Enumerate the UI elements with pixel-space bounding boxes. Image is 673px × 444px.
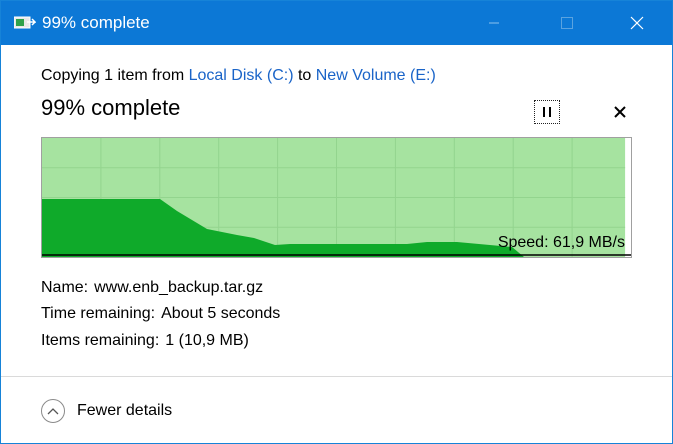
title-bar[interactable]: 99% complete: [1, 1, 672, 45]
copy-description: Copying 1 item from Local Disk (C:) to N…: [41, 67, 436, 85]
cancel-icon: [614, 106, 626, 118]
source-link[interactable]: Local Disk (C:): [189, 67, 294, 84]
minimize-button[interactable]: [471, 1, 517, 45]
speed-label: Speed: 61,9 MB/s: [497, 234, 625, 251]
divider: [1, 376, 672, 377]
detail-items-remaining: Items remaining: 1 (10,9 MB): [41, 332, 249, 350]
items-remaining-label: Items remaining:: [41, 332, 160, 349]
fewer-details-label: Fewer details: [77, 402, 173, 419]
window-title: 99% complete: [42, 13, 150, 32]
destination-link[interactable]: New Volume (E:): [316, 67, 436, 84]
chevron-up-icon: [41, 399, 65, 423]
file-copy-icon: [13, 16, 37, 32]
cancel-button[interactable]: [608, 100, 632, 124]
copy-progress-window: 99% complete Copying 1 item from Local D…: [0, 0, 673, 444]
maximize-icon: [561, 17, 573, 29]
close-icon: [630, 16, 644, 30]
copy-middle-text: to: [293, 67, 316, 84]
progress-title: 99% complete: [41, 95, 181, 120]
pause-icon: [543, 107, 551, 117]
time-remaining-label: Time remaining:: [41, 305, 156, 322]
name-label: Name:: [41, 279, 89, 296]
detail-time-remaining: Time remaining: About 5 seconds: [41, 305, 280, 323]
transfer-speed-graph: Speed: 61,9 MB/s: [41, 137, 632, 258]
close-button[interactable]: [614, 1, 660, 45]
copy-prefix-text: Copying 1 item from: [41, 67, 189, 84]
time-remaining-value: About 5 seconds: [161, 305, 281, 322]
items-remaining-value: 1 (10,9 MB): [165, 332, 249, 349]
fewer-details-toggle[interactable]: Fewer details: [41, 397, 172, 425]
minimize-icon: [489, 22, 499, 24]
pause-button[interactable]: [534, 100, 560, 124]
maximize-button[interactable]: [544, 1, 590, 45]
name-value: www.enb_backup.tar.gz: [94, 279, 264, 296]
detail-name: Name: www.enb_backup.tar.gz: [41, 279, 263, 297]
